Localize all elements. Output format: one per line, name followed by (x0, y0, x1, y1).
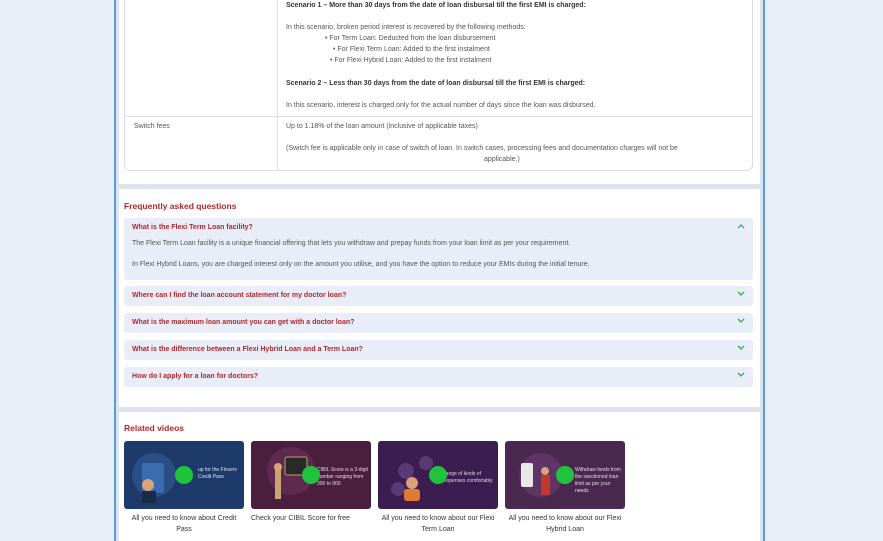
play-icon[interactable] (175, 466, 193, 484)
video-card[interactable]: CIBIL Score is a 3-digit number ranging … (251, 441, 371, 524)
charges-table: Scenario 1 – More than 30 days from the … (124, 0, 753, 171)
thumbnail-text: CIBIL Score is a 3-digit number ranging … (317, 467, 368, 487)
chevron-up-icon[interactable] (737, 223, 745, 229)
faq-section: Frequently asked questions What is the F… (119, 189, 760, 407)
faq-item[interactable]: Where can I find the loan account statem… (124, 286, 753, 306)
page-frame: Scenario 1 – More than 30 days from the … (114, 0, 765, 541)
video-thumbnail[interactable]: CIBIL Score is a 3-digit number ranging … (251, 441, 371, 509)
chevron-down-icon[interactable] (737, 291, 745, 297)
scenario2-text: In this scenario, interest is charged on… (286, 102, 596, 109)
video-thumbnail[interactable]: up for the Finserv Credit Pass (124, 441, 244, 509)
thumbnail-text: up for the Finserv Credit Pass (198, 467, 237, 480)
faq-question[interactable]: What is the Flexi Term Loan facility? (132, 224, 253, 231)
video-title[interactable]: Check your CIBIL Score for free (251, 513, 371, 524)
scenario1-intro: In this scenario, broken period interest… (286, 24, 526, 31)
faq-question[interactable]: How do I apply for a loan for doctors? (132, 373, 258, 380)
video-title[interactable]: All you need to know about our Flexi Hyb… (505, 513, 625, 535)
video-thumbnail[interactable]: Withdraw funds from the sanctioned loan … (505, 441, 625, 509)
video-title[interactable]: All you need to know about Credit Pass (124, 513, 244, 535)
video-card[interactable]: Withdraw funds from the sanctioned loan … (505, 441, 625, 535)
scenario1-title: Scenario 1 – More than 30 days from the … (286, 2, 586, 9)
faq-question[interactable]: Where can I find the loan account statem… (132, 292, 346, 299)
videos-heading: Related videos (124, 423, 184, 433)
switch-fees-label: Switch fees (134, 123, 170, 130)
faq-item[interactable]: What is the maximum loan amount you can … (124, 313, 753, 333)
video-card[interactable]: range of kinds of expenses comfortably A… (378, 441, 498, 535)
faq-heading: Frequently asked questions (124, 201, 237, 211)
switch-fees-value: Up to 1.18% of the loan amount (inclusiv… (286, 123, 478, 130)
thumbnail-text: Withdraw funds from the sanctioned loan … (575, 467, 621, 494)
play-icon[interactable] (302, 466, 320, 484)
faq-answer: In Flexi Hybrid Loans, you are charged i… (132, 261, 590, 268)
related-videos-section: Related videos up for the Finserv Credit… (119, 412, 760, 541)
faq-question[interactable]: What is the maximum loan amount you can … (132, 319, 354, 326)
switch-fees-note: applicable.) (484, 156, 520, 163)
faq-answer: The Flexi Term Loan facility is a unique… (132, 240, 571, 247)
faq-item[interactable]: How do I apply for a loan for doctors? (124, 367, 753, 387)
chevron-down-icon[interactable] (737, 372, 745, 378)
thumbnail-text: range of kinds of expenses comfortably (444, 471, 493, 484)
charges-section: Scenario 1 – More than 30 days from the … (119, 0, 760, 184)
faq-question[interactable]: What is the difference between a Flexi H… (132, 346, 363, 353)
table-row-divider (125, 116, 752, 117)
play-icon[interactable] (556, 466, 574, 484)
switch-fees-note: (Switch fee is applicable only in case o… (286, 145, 678, 152)
chevron-down-icon[interactable] (737, 345, 745, 351)
faq-item-open[interactable]: What is the Flexi Term Loan facility? Th… (124, 218, 753, 280)
chevron-down-icon[interactable] (737, 318, 745, 324)
video-thumbnail[interactable]: range of kinds of expenses comfortably (378, 441, 498, 509)
video-card[interactable]: up for the Finserv Credit Pass All you n… (124, 441, 244, 535)
video-title[interactable]: All you need to know about our Flexi Ter… (378, 513, 498, 535)
scenario2-title: Scenario 2 – Less than 30 days from the … (286, 80, 586, 87)
faq-item[interactable]: What is the difference between a Flexi H… (124, 340, 753, 360)
scenario1-point: • For Term Loan: Deducted from the loan … (325, 35, 496, 42)
scenario1-point: • For Flexi Term Loan: Added to the firs… (333, 46, 490, 53)
play-icon[interactable] (429, 466, 447, 484)
table-column-divider (277, 0, 278, 170)
scenario1-point: • For Flexi Hybrid Loan: Added to the fi… (330, 57, 492, 64)
